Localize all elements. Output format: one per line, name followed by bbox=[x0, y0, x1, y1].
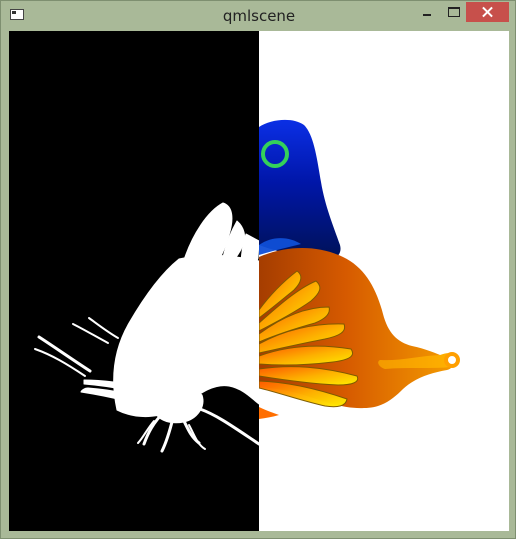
scene-canvas bbox=[9, 31, 509, 531]
close-icon[interactable] bbox=[466, 2, 509, 22]
minimize-icon[interactable] bbox=[414, 2, 440, 22]
qmlscene-window: qmlscene bbox=[0, 0, 516, 539]
color-panel bbox=[259, 31, 509, 531]
butterfly-color bbox=[259, 119, 460, 419]
titlebar[interactable]: qmlscene bbox=[1, 1, 515, 31]
silhouette-panel bbox=[9, 31, 259, 531]
maximize-icon[interactable] bbox=[440, 2, 466, 22]
butterfly-silhouette bbox=[34, 202, 259, 453]
